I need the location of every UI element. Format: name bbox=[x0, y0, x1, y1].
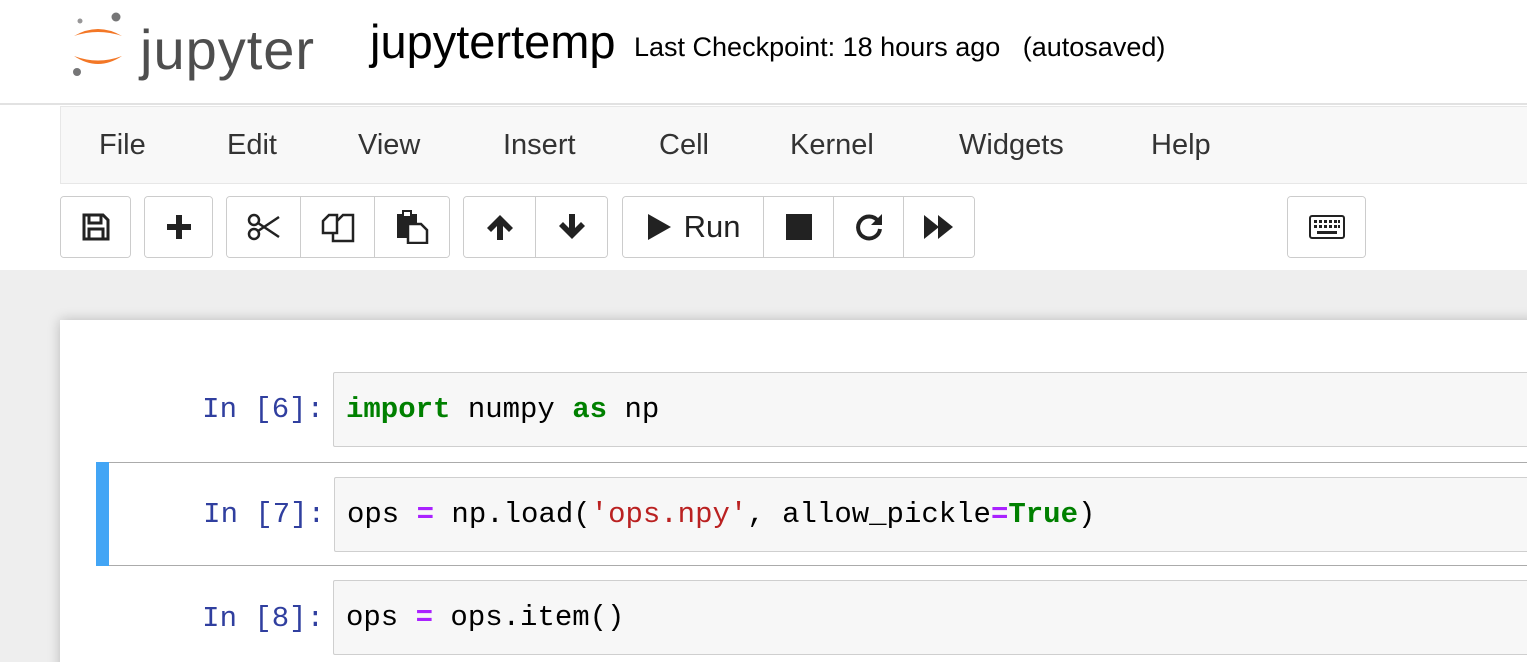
menu-bar: File Edit View Insert Cell Kernel Widget… bbox=[60, 106, 1527, 184]
code-token: = bbox=[990, 498, 1009, 531]
restart-icon bbox=[855, 214, 882, 241]
interrupt-kernel-button[interactable] bbox=[764, 197, 834, 257]
code-input[interactable]: ops = np.load('ops.npy', allow_pickle=Tr… bbox=[334, 477, 1527, 552]
keyboard-icon bbox=[1308, 215, 1345, 239]
code-input[interactable]: ops = ops.item() bbox=[333, 580, 1527, 655]
logo-text: jupyter bbox=[140, 18, 316, 81]
edit-group bbox=[226, 196, 450, 258]
menu-kernel[interactable]: Kernel bbox=[752, 107, 912, 183]
jupyter-logo-icon bbox=[73, 12, 122, 76]
plus-icon bbox=[166, 215, 191, 239]
code-token: np.load( bbox=[434, 498, 591, 531]
stop-icon bbox=[785, 214, 812, 240]
code-token: ops bbox=[346, 601, 416, 634]
code-cell[interactable]: In [6]: import numpy as np bbox=[96, 357, 1527, 461]
run-group: Run bbox=[622, 196, 975, 258]
scissors-icon bbox=[247, 213, 280, 241]
code-line: ops = np.load('ops.npy', allow_pickle=Tr… bbox=[347, 478, 1095, 551]
autosave-status: (autosaved) bbox=[1022, 32, 1166, 62]
code-token: ) bbox=[1077, 498, 1096, 531]
code-token: = bbox=[415, 601, 434, 634]
arrow-up-icon bbox=[486, 215, 513, 240]
code-cell[interactable]: In [8]: ops = ops.item() bbox=[96, 566, 1527, 662]
code-token: np bbox=[607, 393, 660, 426]
fast-forward-icon bbox=[924, 215, 953, 239]
move-group bbox=[463, 196, 608, 258]
save-icon bbox=[82, 213, 109, 241]
input-prompt: In [7]: bbox=[203, 497, 325, 531]
restart-kernel-button[interactable] bbox=[834, 197, 904, 257]
header-divider bbox=[0, 103, 1527, 105]
keyboard-shortcuts-button[interactable] bbox=[1288, 197, 1365, 257]
code-line: ops = ops.item() bbox=[346, 581, 624, 654]
input-prompt: In [6]: bbox=[202, 392, 324, 426]
paste-button[interactable] bbox=[375, 197, 449, 257]
menu-edit[interactable]: Edit bbox=[189, 107, 315, 183]
save-button[interactable] bbox=[61, 197, 130, 257]
notebook-name[interactable]: jupytertemp bbox=[370, 14, 616, 70]
header: jupyter jupytertemp Last Checkpoint: 18 … bbox=[0, 0, 1527, 454]
run-button[interactable]: Run bbox=[623, 197, 764, 257]
code-token: ops bbox=[347, 498, 417, 531]
menu-help[interactable]: Help bbox=[1113, 107, 1249, 183]
paste-icon bbox=[397, 210, 429, 244]
cut-button[interactable] bbox=[227, 197, 301, 257]
code-token: ops.item() bbox=[433, 601, 625, 634]
input-prompt: In [8]: bbox=[202, 601, 324, 635]
run-all-button[interactable] bbox=[904, 197, 974, 257]
shortcuts-group bbox=[1287, 196, 1366, 258]
jupyter-logo[interactable]: jupyter bbox=[68, 8, 338, 82]
menu-widgets[interactable]: Widgets bbox=[921, 107, 1102, 183]
code-cell-selected[interactable]: In [7]: ops = np.load('ops.npy', allow_p… bbox=[96, 462, 1527, 566]
code-token: as bbox=[572, 393, 608, 426]
code-input[interactable]: import numpy as np bbox=[333, 372, 1527, 447]
code-token: = bbox=[416, 498, 435, 531]
menu-file[interactable]: File bbox=[61, 107, 184, 183]
copy-icon bbox=[321, 213, 354, 243]
menu-insert[interactable]: Insert bbox=[465, 107, 614, 183]
toolbar: Run Code bbox=[0, 196, 1527, 454]
run-label: Run bbox=[683, 209, 741, 244]
move-down-button[interactable] bbox=[536, 197, 607, 257]
save-group bbox=[60, 196, 131, 258]
play-icon bbox=[647, 214, 671, 240]
insert-group bbox=[144, 196, 213, 258]
code-token: , allow_pickle bbox=[747, 498, 991, 531]
code-token: import bbox=[346, 393, 451, 426]
code-token: True bbox=[1008, 498, 1078, 531]
arrow-down-icon bbox=[558, 214, 585, 239]
notebook-container: In [6]: import numpy as np In [7]: ops =… bbox=[60, 320, 1527, 662]
insert-cell-button[interactable] bbox=[145, 197, 212, 257]
code-token: 'ops.npy' bbox=[590, 498, 748, 531]
checkpoint-text: Last Checkpoint: 18 hours ago bbox=[634, 32, 1001, 62]
code-line: import numpy as np bbox=[346, 373, 659, 446]
move-up-button[interactable] bbox=[464, 197, 536, 257]
menu-view[interactable]: View bbox=[320, 107, 458, 183]
checkpoint-status: Last Checkpoint: 18 hours ago (autosaved… bbox=[634, 30, 1165, 64]
menu-cell[interactable]: Cell bbox=[621, 107, 747, 183]
code-token: numpy bbox=[450, 393, 573, 426]
copy-button[interactable] bbox=[301, 197, 375, 257]
